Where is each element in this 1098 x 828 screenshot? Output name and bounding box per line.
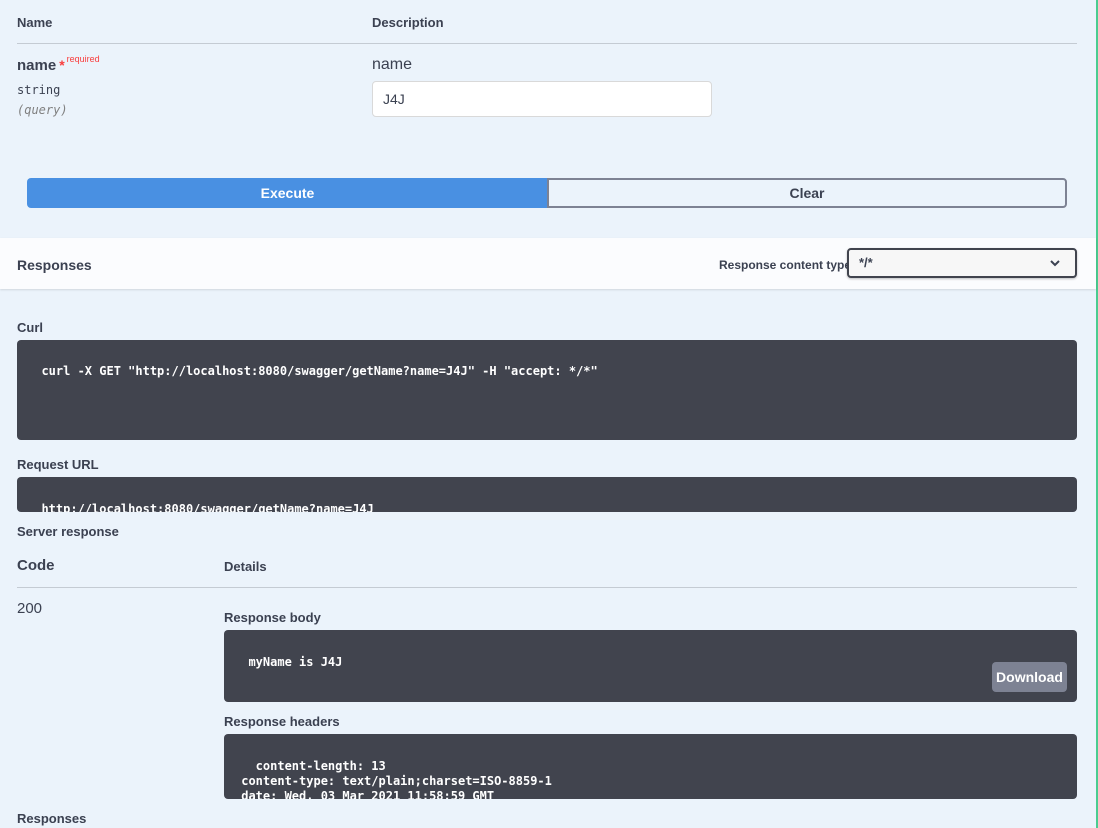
execute-button[interactable]: Execute [27, 178, 548, 208]
server-response-label: Server response [17, 524, 119, 539]
clear-button[interactable]: Clear [547, 178, 1067, 208]
response-body-label: Response body [224, 610, 321, 625]
chevron-down-icon [1050, 260, 1060, 267]
response-content-type-value: */* [859, 255, 873, 270]
parameter-location: (query) [17, 103, 68, 117]
response-body-text: myName is J4J [248, 655, 343, 669]
column-header-name: Name [17, 15, 53, 30]
responses-header-bar: Responses Response content type */* [0, 238, 1096, 289]
curl-label: Curl [17, 320, 43, 335]
server-response-table-header: Code Details [17, 553, 1077, 588]
column-header-details: Details [224, 559, 267, 574]
responses-section-label: Responses [17, 811, 87, 826]
request-url-value: http://localhost:8080/swagger/getName?na… [41, 502, 374, 512]
response-body-block: myName is J4J [224, 630, 1077, 702]
response-content-type-select[interactable]: */* [847, 248, 1077, 278]
curl-command: curl -X GET "http://localhost:8080/swagg… [41, 364, 598, 378]
parameter-name: name * required [17, 54, 100, 74]
request-url-block: http://localhost:8080/swagger/getName?na… [17, 477, 1077, 512]
required-star: * [59, 57, 65, 73]
response-headers-label: Response headers [224, 714, 340, 729]
response-headers-block: content-length: 13 content-type: text/pl… [224, 734, 1077, 799]
response-status-code: 200 [17, 600, 43, 617]
column-header-code: Code [17, 557, 55, 574]
required-label: required [66, 54, 100, 64]
request-url-label: Request URL [17, 457, 99, 472]
name-parameter-input[interactable] [372, 81, 712, 117]
column-header-description: Description [372, 15, 444, 30]
responses-title: Responses [17, 257, 92, 273]
curl-code-block: curl -X GET "http://localhost:8080/swagg… [17, 340, 1077, 440]
parameter-name-text: name [17, 57, 57, 74]
parameters-table-header: Name Description [17, 0, 1077, 44]
parameter-type: string [17, 83, 61, 97]
parameter-description: name [372, 56, 413, 73]
response-headers-text: content-length: 13 content-type: text/pl… [241, 759, 552, 799]
download-button[interactable]: Download [992, 662, 1067, 692]
response-content-type-label: Response content type [719, 258, 852, 272]
